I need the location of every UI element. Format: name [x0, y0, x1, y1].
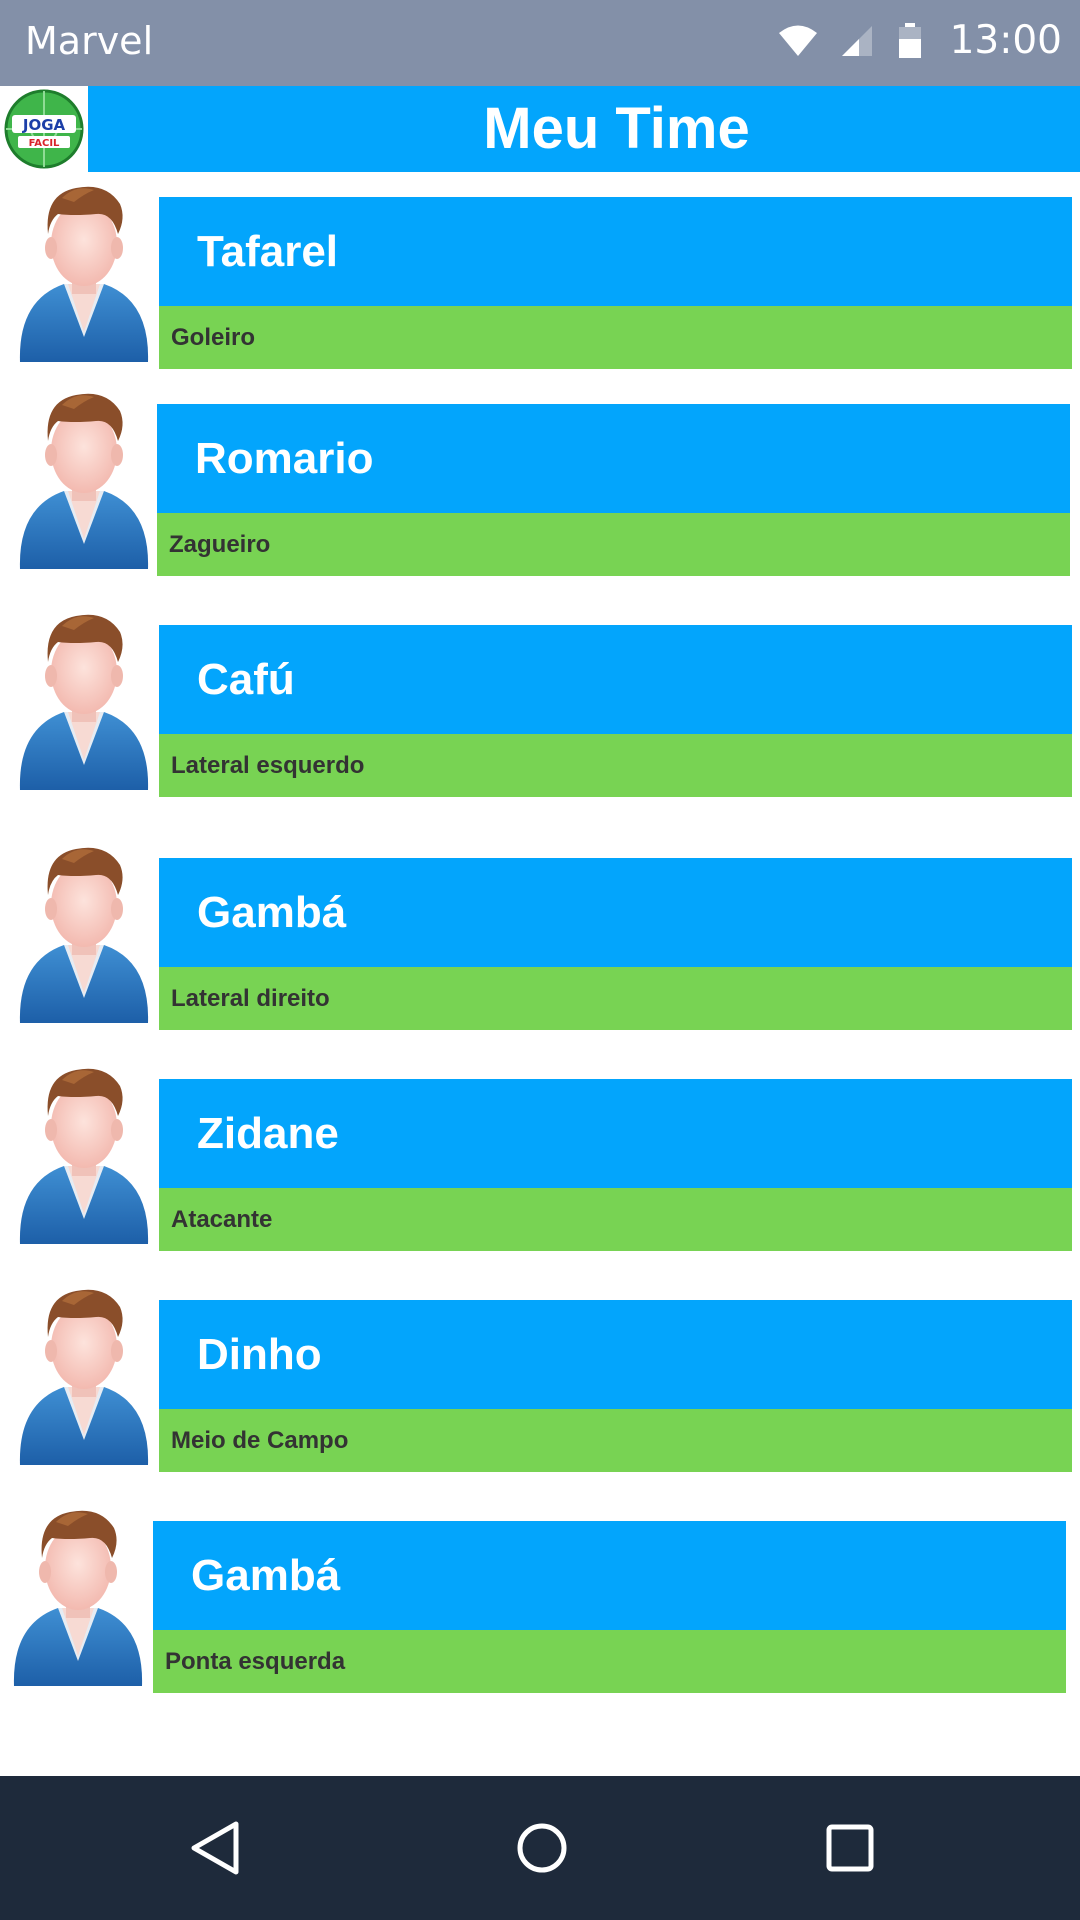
player-card[interactable]: Gambá Lateral direito: [159, 858, 1072, 1030]
player-name: Gambá: [153, 1521, 1066, 1630]
player-position: Lateral esquerdo: [159, 734, 1072, 797]
player-card[interactable]: Dinho Meio de Campo: [159, 1300, 1072, 1472]
player-row[interactable]: Dinho Meio de Campo: [0, 1275, 1080, 1472]
player-row[interactable]: Tafarel Goleiro: [0, 172, 1080, 369]
battery-icon: [898, 23, 921, 58]
player-position: Atacante: [159, 1188, 1072, 1251]
player-row[interactable]: Gambá Ponta esquerda: [0, 1496, 1080, 1693]
svg-text:JOGA: JOGA: [22, 116, 66, 134]
avatar: [14, 172, 154, 367]
player-row[interactable]: Cafú Lateral esquerdo: [0, 600, 1080, 797]
page-title: Meu Time: [483, 96, 750, 161]
player-card[interactable]: Cafú Lateral esquerdo: [159, 625, 1072, 797]
navigation-bar: [0, 1776, 1080, 1920]
avatar: [14, 379, 154, 574]
player-card[interactable]: Zidane Atacante: [159, 1079, 1072, 1251]
status-time: 13:00: [949, 18, 1062, 63]
svg-text:FACIL: FACIL: [29, 138, 60, 149]
player-name: Dinho: [159, 1300, 1072, 1409]
player-card[interactable]: Gambá Ponta esquerda: [153, 1521, 1066, 1693]
cell-signal-icon: [841, 26, 872, 56]
player-card[interactable]: Tafarel Goleiro: [159, 197, 1072, 369]
app-header: JOGA FACIL Meu Time: [0, 86, 1080, 172]
player-name: Romario: [157, 404, 1070, 513]
player-name: Zidane: [159, 1079, 1072, 1188]
player-name: Tafarel: [159, 197, 1072, 306]
avatar: [14, 833, 154, 1028]
player-name: Cafú: [159, 625, 1072, 734]
avatar: [14, 1054, 154, 1249]
player-row[interactable]: Zidane Atacante: [0, 1054, 1080, 1251]
player-position: Lateral direito: [159, 967, 1072, 1030]
player-position: Zagueiro: [157, 513, 1070, 576]
back-icon[interactable]: [186, 1818, 246, 1878]
avatar: [8, 1496, 148, 1691]
joga-facil-logo-icon: JOGA FACIL: [4, 89, 84, 169]
player-position: Meio de Campo: [159, 1409, 1072, 1472]
status-bar: Marvel 13:00: [0, 0, 1080, 86]
home-icon[interactable]: [512, 1818, 572, 1878]
app-logo: JOGA FACIL: [0, 86, 88, 172]
player-row[interactable]: Gambá Lateral direito: [0, 833, 1080, 1030]
player-position: Goleiro: [159, 306, 1072, 369]
player-row[interactable]: Romario Zagueiro: [0, 379, 1080, 576]
wifi-icon: [778, 25, 817, 56]
player-card[interactable]: Romario Zagueiro: [157, 404, 1070, 576]
status-app-name: Marvel: [25, 19, 154, 63]
avatar: [14, 600, 154, 795]
player-position: Ponta esquerda: [153, 1630, 1066, 1693]
avatar: [14, 1275, 154, 1470]
status-icons: 13:00: [778, 18, 1062, 64]
player-name: Gambá: [159, 858, 1072, 967]
recents-icon[interactable]: [820, 1818, 880, 1878]
